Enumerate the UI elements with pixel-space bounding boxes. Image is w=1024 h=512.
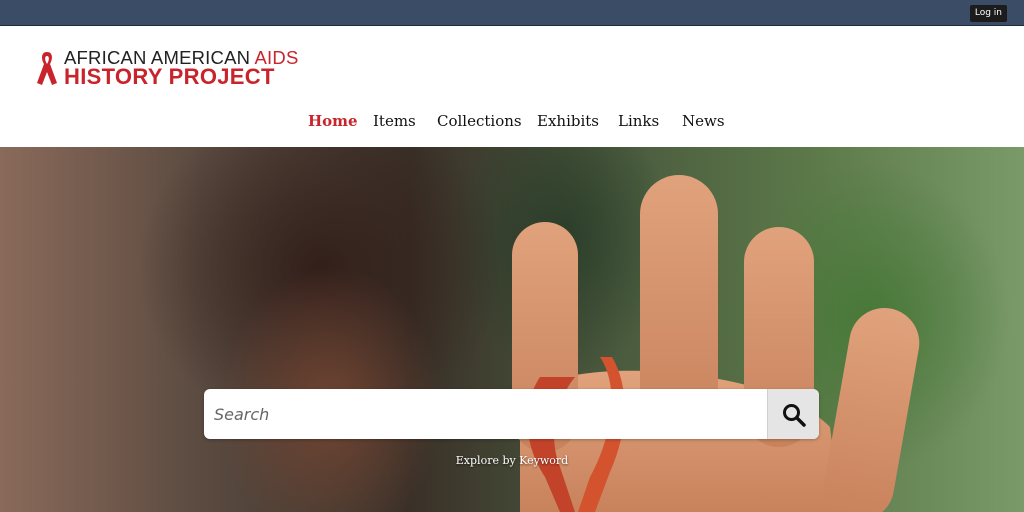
nav-item-items[interactable]: Items <box>373 110 416 132</box>
explore-by-keyword-link[interactable]: Explore by Keyword <box>0 454 1024 467</box>
search-bar <box>204 389 819 439</box>
nav-item-links[interactable]: Links <box>618 110 659 132</box>
main-nav: Home Items Collections Exhibits Links Ne… <box>0 110 1024 132</box>
nav-item-collections[interactable]: Collections <box>437 110 522 132</box>
nav-item-exhibits[interactable]: Exhibits <box>537 110 599 132</box>
site-header: AFRICAN AMERICAN AIDS HISTORY PROJECT Ho… <box>0 26 1024 147</box>
nav-item-home[interactable]: Home <box>308 110 358 132</box>
admin-bar: Log in <box>0 0 1024 26</box>
red-ribbon-icon <box>37 52 57 85</box>
search-input[interactable] <box>204 389 766 439</box>
nav-item-news[interactable]: News <box>682 110 725 132</box>
login-button[interactable]: Log in <box>969 5 1007 22</box>
site-logo[interactable]: AFRICAN AMERICAN AIDS HISTORY PROJECT <box>34 48 304 89</box>
magnifier-icon <box>783 404 806 427</box>
search-button[interactable] <box>767 389 819 439</box>
logo-line-2: HISTORY PROJECT <box>64 64 275 89</box>
